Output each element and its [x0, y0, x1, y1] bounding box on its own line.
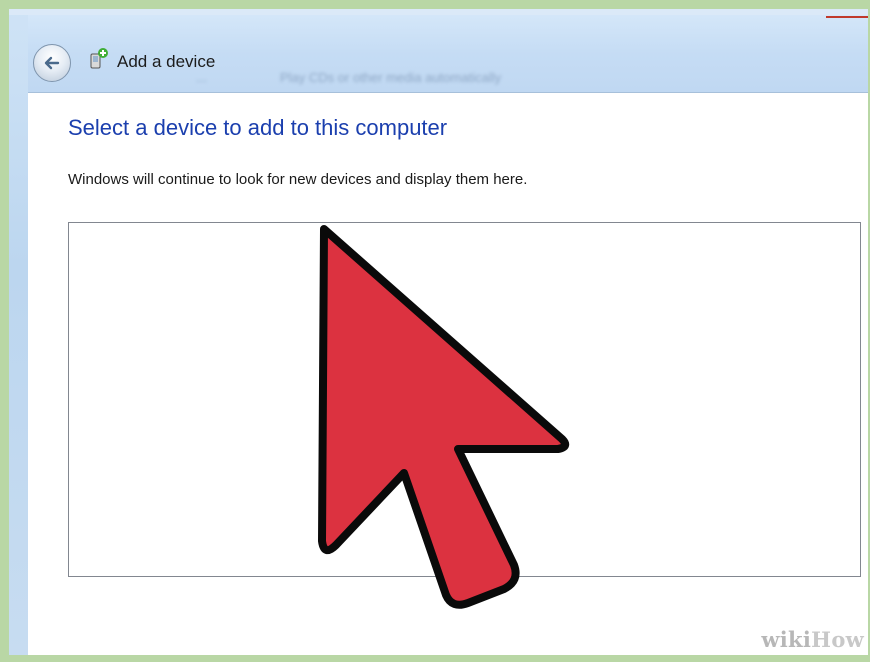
title-bar: ... Play CDs or other media automaticall…	[28, 9, 868, 93]
top-right-accent	[826, 16, 868, 18]
page-heading: Select a device to add to this computer	[68, 115, 448, 140]
left-window-edge	[9, 9, 29, 655]
title-bar-top-edge	[9, 9, 868, 15]
page-description: Windows will continue to look for new de…	[68, 171, 528, 188]
back-button[interactable]	[33, 44, 71, 82]
watermark-wiki: wiki	[761, 627, 812, 652]
wikihow-watermark: wikiHow	[761, 627, 864, 652]
window-title: Add a device	[117, 52, 216, 71]
watermark-how: How	[811, 627, 864, 652]
background-blurred-text-2: Play CDs or other media automatically	[280, 70, 502, 85]
background-blurred-text-1: ...	[196, 70, 207, 85]
mouse-pointer-icon	[318, 225, 570, 609]
back-arrow-icon	[44, 56, 60, 70]
add-device-icon	[88, 47, 110, 71]
